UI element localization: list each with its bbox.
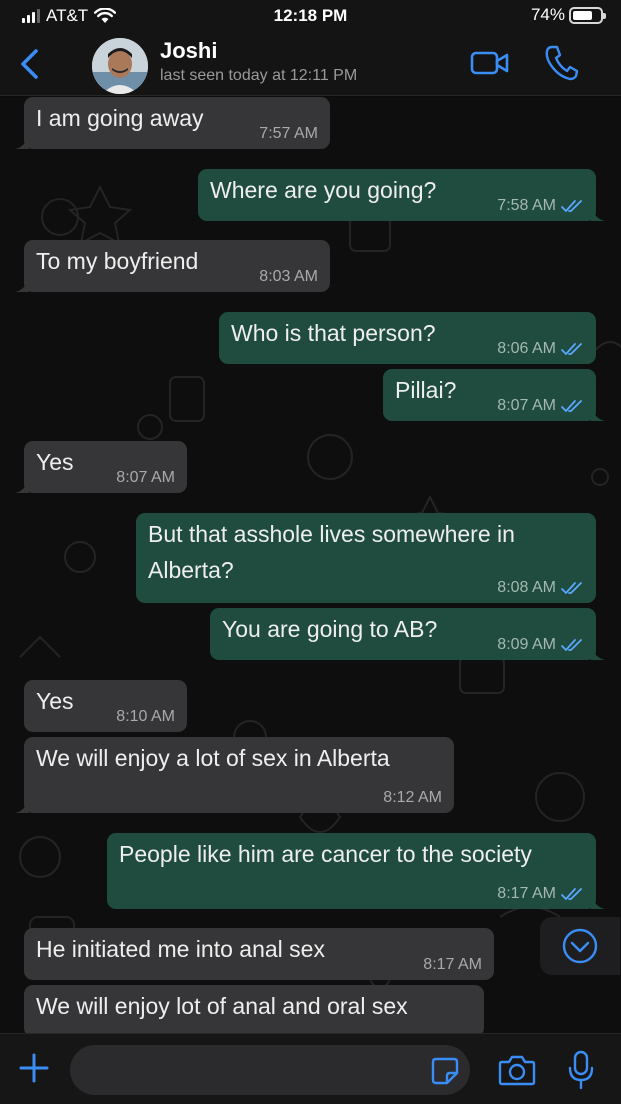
message-bubble-outgoing[interactable]: But that asshole lives somewhere in Alber…	[136, 513, 596, 603]
message-text: Where are you going?	[210, 177, 437, 203]
chevron-left-icon[interactable]	[14, 46, 46, 82]
message-time: 8:10 AM	[116, 708, 175, 725]
bubble-tail	[15, 479, 29, 493]
message-time: 8:17 AM	[497, 885, 556, 902]
battery-percent: 74%	[530, 5, 565, 24]
message-meta: 8:12 AM	[383, 789, 442, 807]
message-text: Who is that person?	[231, 320, 436, 346]
bubble-tail	[591, 646, 605, 660]
message-input[interactable]	[70, 1045, 470, 1095]
message-bubble-incoming[interactable]: Yes 8:10 AM	[24, 680, 187, 732]
message-text-line-2: Alberta?	[148, 557, 234, 583]
message-bubble-outgoing[interactable]: Pillai? 8:07 AM	[383, 369, 605, 421]
message-text: We will enjoy lot of anal and oral sex	[36, 993, 408, 1019]
phone-icon[interactable]	[543, 42, 579, 82]
avatar[interactable]	[92, 38, 148, 94]
message-time: 7:57 AM	[259, 125, 318, 142]
message-bubble-incoming[interactable]: He initiated me into anal sex 8:17 AM	[24, 928, 494, 980]
message-time: 8:09 AM	[497, 636, 556, 653]
bubble-tail	[591, 207, 605, 221]
message-meta: 8:07 AM	[497, 397, 584, 415]
chat-header: Joshi last seen today at 12:11 PM	[0, 34, 621, 96]
message-meta: 8:06 AM	[497, 340, 584, 358]
scroll-to-bottom-button[interactable]	[540, 917, 620, 975]
message-time: 8:08 AM	[497, 579, 556, 596]
read-receipt-icon	[561, 343, 582, 356]
message-text: Pillai?	[395, 377, 457, 403]
sticker-icon[interactable]	[430, 1056, 460, 1086]
message-text: But that asshole lives somewhere in	[148, 521, 515, 547]
message-time: 7:58 AM	[497, 197, 556, 214]
bubble-tail	[15, 278, 29, 292]
plus-icon[interactable]	[18, 1052, 50, 1084]
contact-name[interactable]: Joshi	[160, 38, 217, 64]
message-time: 8:07 AM	[497, 397, 556, 414]
read-receipt-icon	[561, 400, 582, 413]
message-time: 8:07 AM	[116, 469, 175, 486]
message-meta: 8:17 AM	[497, 885, 584, 903]
microphone-icon[interactable]	[566, 1050, 596, 1090]
message-meta: 8:07 AM	[116, 469, 175, 487]
bubble-tail	[15, 135, 29, 149]
message-bubble-incoming[interactable]: I am going away 7:57 AM	[15, 97, 330, 149]
message-meta: 7:57 AM	[259, 125, 318, 143]
last-seen-status: last seen today at 12:11 PM	[160, 67, 358, 84]
message-bubble-outgoing[interactable]: Who is that person? 8:06 AM	[219, 312, 596, 364]
message-text: Yes	[36, 449, 74, 475]
message-meta: 7:58 AM	[497, 197, 584, 215]
message-bubble-incoming[interactable]: Yes 8:07 AM	[15, 441, 187, 493]
read-receipt-icon	[561, 639, 582, 652]
read-receipt-icon	[561, 888, 582, 901]
message-meta: 8:10 AM	[116, 708, 175, 726]
read-receipt-icon	[561, 582, 582, 595]
message-bubble-incoming[interactable]: We will enjoy a lot of sex in Alberta 8:1…	[15, 737, 454, 813]
message-time: 8:03 AM	[259, 268, 318, 285]
message-text: Yes	[36, 688, 74, 714]
message-meta: 8:03 AM	[259, 268, 318, 286]
bubble-tail	[15, 799, 29, 813]
avatar-image	[92, 38, 148, 94]
message-text: You are going to AB?	[222, 616, 438, 642]
message-bubble-outgoing[interactable]: You are going to AB? 8:09 AM	[210, 608, 605, 660]
message-text: To my boyfriend	[36, 248, 199, 274]
status-bar: AT&T 12:18 PM 74%	[0, 0, 621, 34]
message-meta: 8:17 AM	[423, 956, 482, 974]
bubble-tail	[591, 407, 605, 421]
message-text: I am going away	[36, 105, 204, 131]
compose-bar	[0, 1033, 621, 1104]
message-bubble-outgoing[interactable]: Where are you going? 7:58 AM	[198, 169, 605, 221]
message-bubble-incoming[interactable]: We will enjoy lot of anal and oral sex	[24, 985, 484, 1033]
message-bubble-outgoing[interactable]: People like him are cancer to the societ…	[107, 833, 605, 909]
video-call-icon[interactable]	[470, 48, 510, 78]
message-time: 8:17 AM	[423, 956, 482, 973]
message-text: People like him are cancer to the societ…	[119, 841, 532, 867]
battery-icon	[569, 6, 606, 24]
message-text: We will enjoy a lot of sex in Alberta	[36, 745, 390, 771]
message-meta: 8:08 AM	[497, 579, 584, 597]
chevron-down-icon	[562, 928, 598, 964]
message-text: He initiated me into anal sex	[36, 936, 325, 962]
read-receipt-icon	[561, 200, 582, 213]
message-meta: 8:09 AM	[497, 636, 584, 654]
message-bubble-incoming[interactable]: To my boyfriend 8:03 AM	[15, 240, 330, 292]
message-list[interactable]: I am going away 7:57 AM Where are you goin…	[0, 97, 621, 1033]
camera-icon[interactable]	[498, 1054, 536, 1086]
message-time: 8:12 AM	[383, 789, 442, 806]
clock: 12:18 PM	[273, 6, 348, 25]
bubble-tail	[591, 895, 605, 909]
message-time: 8:06 AM	[497, 340, 556, 357]
status-right: 74%	[530, 5, 606, 25]
